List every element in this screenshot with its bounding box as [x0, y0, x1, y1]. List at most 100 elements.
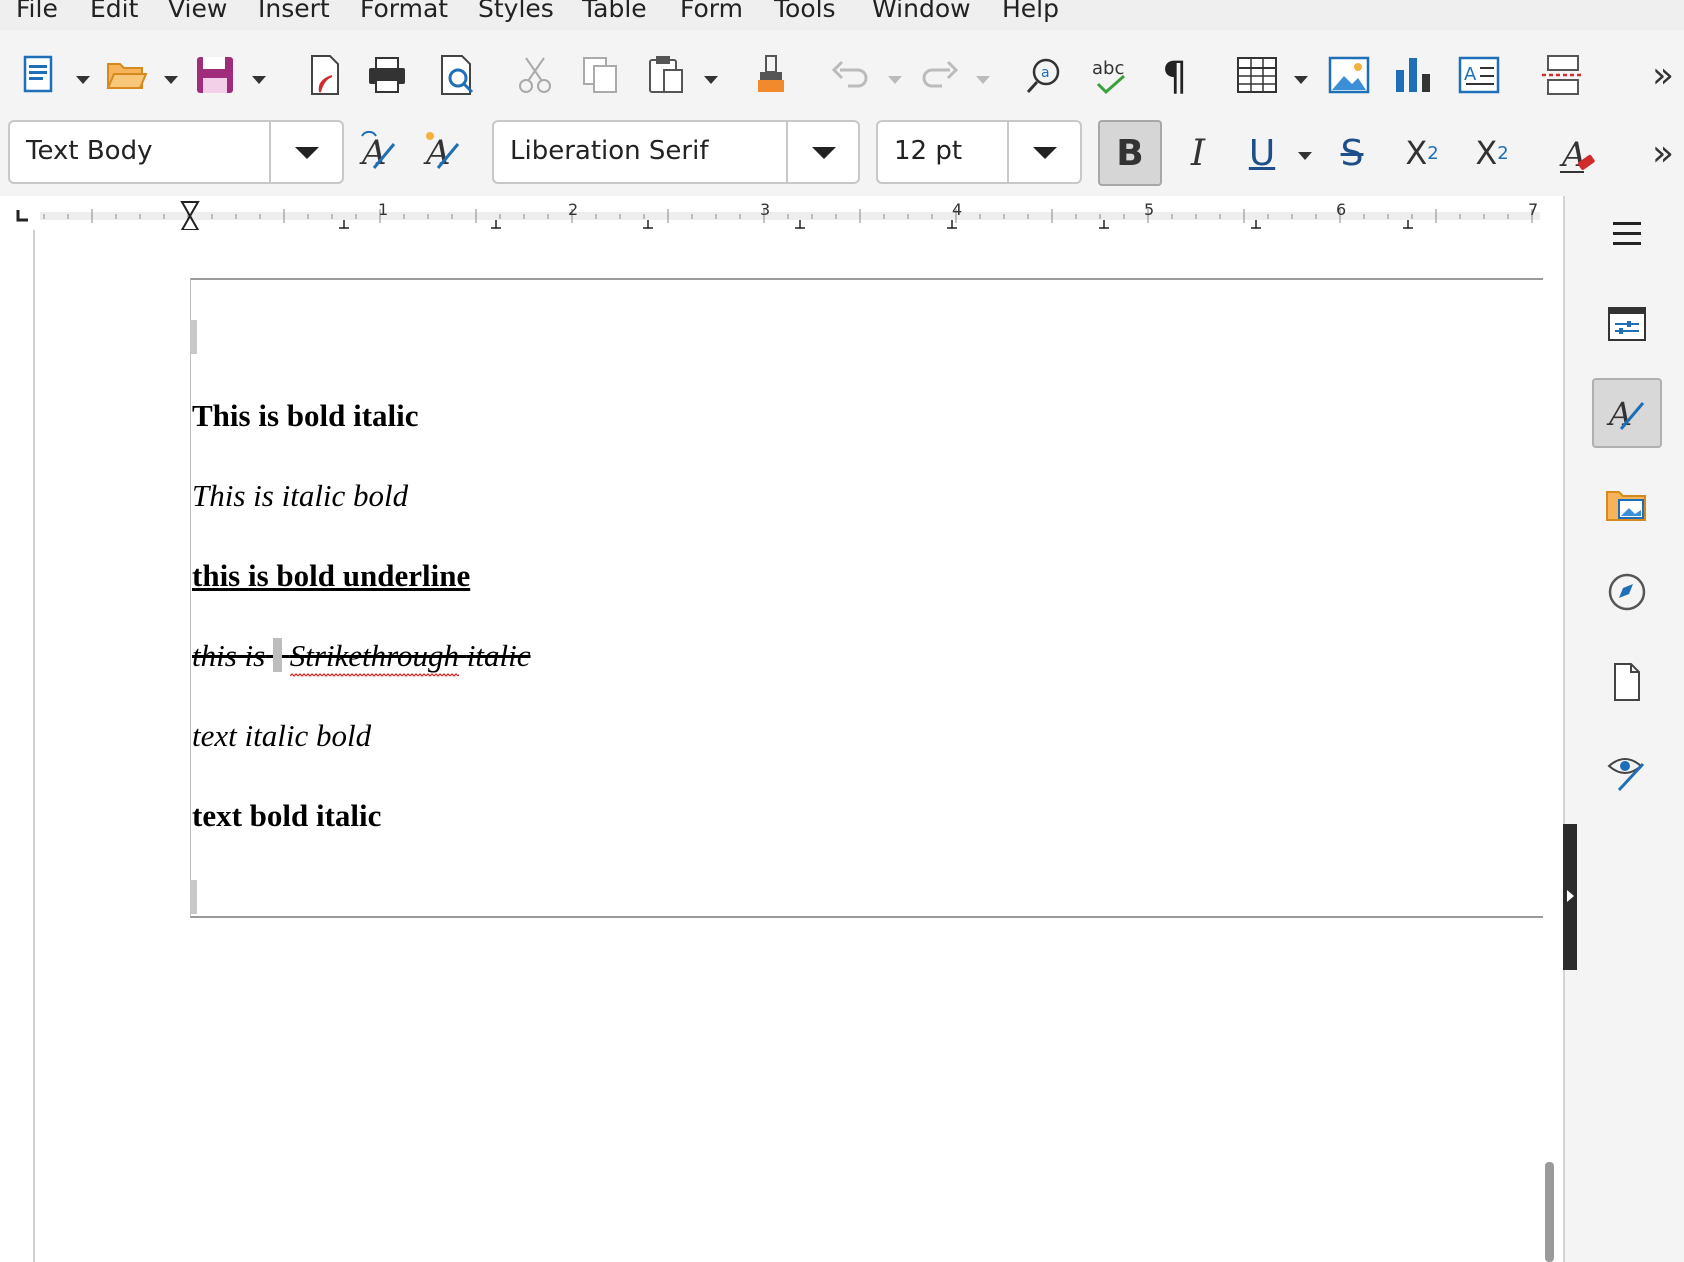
insert-table-icon[interactable] [1230, 48, 1284, 102]
find-replace-icon[interactable]: a [1020, 48, 1074, 102]
chevron-down-icon[interactable] [295, 147, 319, 159]
redo-dropdown-arrow[interactable] [976, 76, 990, 84]
new-document-icon[interactable] [12, 48, 66, 102]
line-italic-bold[interactable]: This is italic bold [192, 478, 408, 514]
formatting-marks-icon[interactable]: ¶ [1150, 48, 1204, 102]
print-preview-icon[interactable] [430, 48, 484, 102]
svg-text:a: a [1041, 65, 1050, 81]
menu-table[interactable]: Table [582, 0, 647, 23]
svg-text:A: A [423, 133, 451, 173]
clear-formatting-icon[interactable]: A [1552, 126, 1606, 180]
line-bold-underline[interactable]: this is bold underline [192, 558, 470, 594]
font-size-combo[interactable]: 12 pt [876, 120, 1082, 184]
font-name-combo[interactable]: Liberation Serif [492, 120, 860, 184]
open-folder-icon[interactable] [100, 48, 154, 102]
sidebar-collapse-handle[interactable] [1563, 824, 1577, 970]
menu-format[interactable]: Format [360, 0, 448, 23]
save-icon[interactable] [188, 48, 242, 102]
ruler-scale [16, 201, 1540, 230]
update-style-icon[interactable]: A [352, 124, 406, 178]
superscript-label: X [1405, 134, 1428, 172]
menu-view[interactable]: View [168, 0, 227, 23]
paragraph-marker [190, 880, 197, 914]
subscript-exp: 2 [1497, 142, 1509, 164]
text-frame[interactable] [190, 278, 1543, 918]
toolbar-overflow-icon[interactable]: » [1636, 126, 1684, 180]
italic-button[interactable]: I [1166, 120, 1230, 186]
cut-icon[interactable] [508, 48, 562, 102]
menu-bar: File Edit View Insert Format Styles Tabl… [0, 0, 1684, 30]
table-dropdown-arrow[interactable] [1294, 76, 1308, 84]
print-icon[interactable] [360, 48, 414, 102]
chevron-down-icon[interactable] [1033, 147, 1057, 159]
misspelled-word[interactable]: Strikethrough [289, 638, 460, 677]
menu-window[interactable]: Window [872, 0, 971, 23]
paste-icon[interactable] [640, 48, 694, 102]
font-size-value: 12 pt [894, 136, 963, 166]
strike-text-part: italic [466, 638, 531, 673]
manage-changes-icon[interactable] [1593, 738, 1661, 806]
ruler-number: 6 [1336, 200, 1347, 219]
save-dropdown-arrow[interactable] [252, 76, 266, 84]
menu-file[interactable]: File [16, 0, 58, 23]
export-pdf-icon[interactable] [298, 48, 352, 102]
styles-icon[interactable]: A [1592, 378, 1662, 448]
svg-text:A: A [1464, 64, 1477, 85]
menu-edit[interactable]: Edit [90, 0, 138, 23]
superscript-button[interactable]: X2 [1390, 120, 1454, 186]
subscript-button[interactable]: X2 [1460, 120, 1524, 186]
combo-separator [1007, 122, 1009, 182]
svg-text:A: A [359, 133, 387, 173]
properties-icon[interactable] [1593, 290, 1661, 358]
chevron-down-icon[interactable] [812, 147, 836, 159]
paste-dropdown-arrow[interactable] [704, 76, 718, 84]
undo-dropdown-arrow[interactable] [888, 76, 902, 84]
vertical-scrollbar-thumb[interactable] [1545, 1162, 1554, 1262]
ruler-number: 4 [952, 200, 963, 219]
new-dropdown-arrow[interactable] [76, 76, 90, 84]
strike-text-part: this is [192, 638, 266, 673]
navigator-icon[interactable] [1593, 558, 1661, 626]
chevron-right-icon [1567, 890, 1574, 902]
insert-chart-icon[interactable] [1386, 48, 1440, 102]
copy-icon[interactable] [574, 48, 628, 102]
clone-formatting-icon[interactable] [744, 48, 798, 102]
combo-separator [786, 122, 788, 182]
page-left-edge [33, 230, 35, 1262]
line-text-italic-bold[interactable]: text italic bold [192, 718, 371, 754]
superscript-exp: 2 [1427, 142, 1439, 164]
menu-insert[interactable]: Insert [258, 0, 330, 23]
paragraph-marker [190, 320, 197, 354]
line-text-bold-italic[interactable]: text bold italic [192, 798, 381, 834]
strikethrough-button[interactable]: S [1320, 120, 1384, 186]
spelling-icon[interactable]: abc [1084, 48, 1138, 102]
ruler-number: 1 [378, 200, 389, 219]
paragraph-style-combo[interactable]: Text Body [8, 120, 344, 184]
ruler-number: 2 [568, 200, 579, 219]
ruler-number: 5 [1144, 200, 1155, 219]
gallery-icon[interactable] [1593, 470, 1661, 538]
undo-icon[interactable] [824, 48, 878, 102]
toolbar-overflow-icon[interactable]: » [1636, 48, 1684, 102]
menu-help[interactable]: Help [1002, 0, 1059, 23]
standard-toolbar: a abc ¶ A » [0, 30, 1684, 118]
sidebar-menu-icon[interactable] [1593, 200, 1661, 268]
underline-button[interactable]: U [1230, 120, 1294, 186]
redo-icon[interactable] [912, 48, 966, 102]
new-style-icon[interactable]: A [416, 124, 470, 178]
svg-text:abc: abc [1092, 58, 1124, 79]
page-icon[interactable] [1593, 648, 1661, 716]
bold-button[interactable]: B [1098, 120, 1162, 186]
menu-tools[interactable]: Tools [774, 0, 836, 23]
line-bold-italic[interactable]: This is bold italic [192, 398, 419, 434]
horizontal-ruler[interactable]: 1 2 3 4 5 6 7 [0, 196, 1563, 231]
font-name-value: Liberation Serif [510, 136, 709, 166]
insert-image-icon[interactable] [1322, 48, 1376, 102]
page-break-icon[interactable] [1536, 48, 1590, 102]
insert-textbox-icon[interactable]: A [1452, 48, 1506, 102]
menu-form[interactable]: Form [680, 0, 743, 23]
line-strikethrough-italic[interactable]: this is Strikethrough italic [192, 638, 531, 677]
underline-dropdown-arrow[interactable] [1298, 152, 1312, 160]
menu-styles[interactable]: Styles [478, 0, 554, 23]
open-dropdown-arrow[interactable] [164, 76, 178, 84]
